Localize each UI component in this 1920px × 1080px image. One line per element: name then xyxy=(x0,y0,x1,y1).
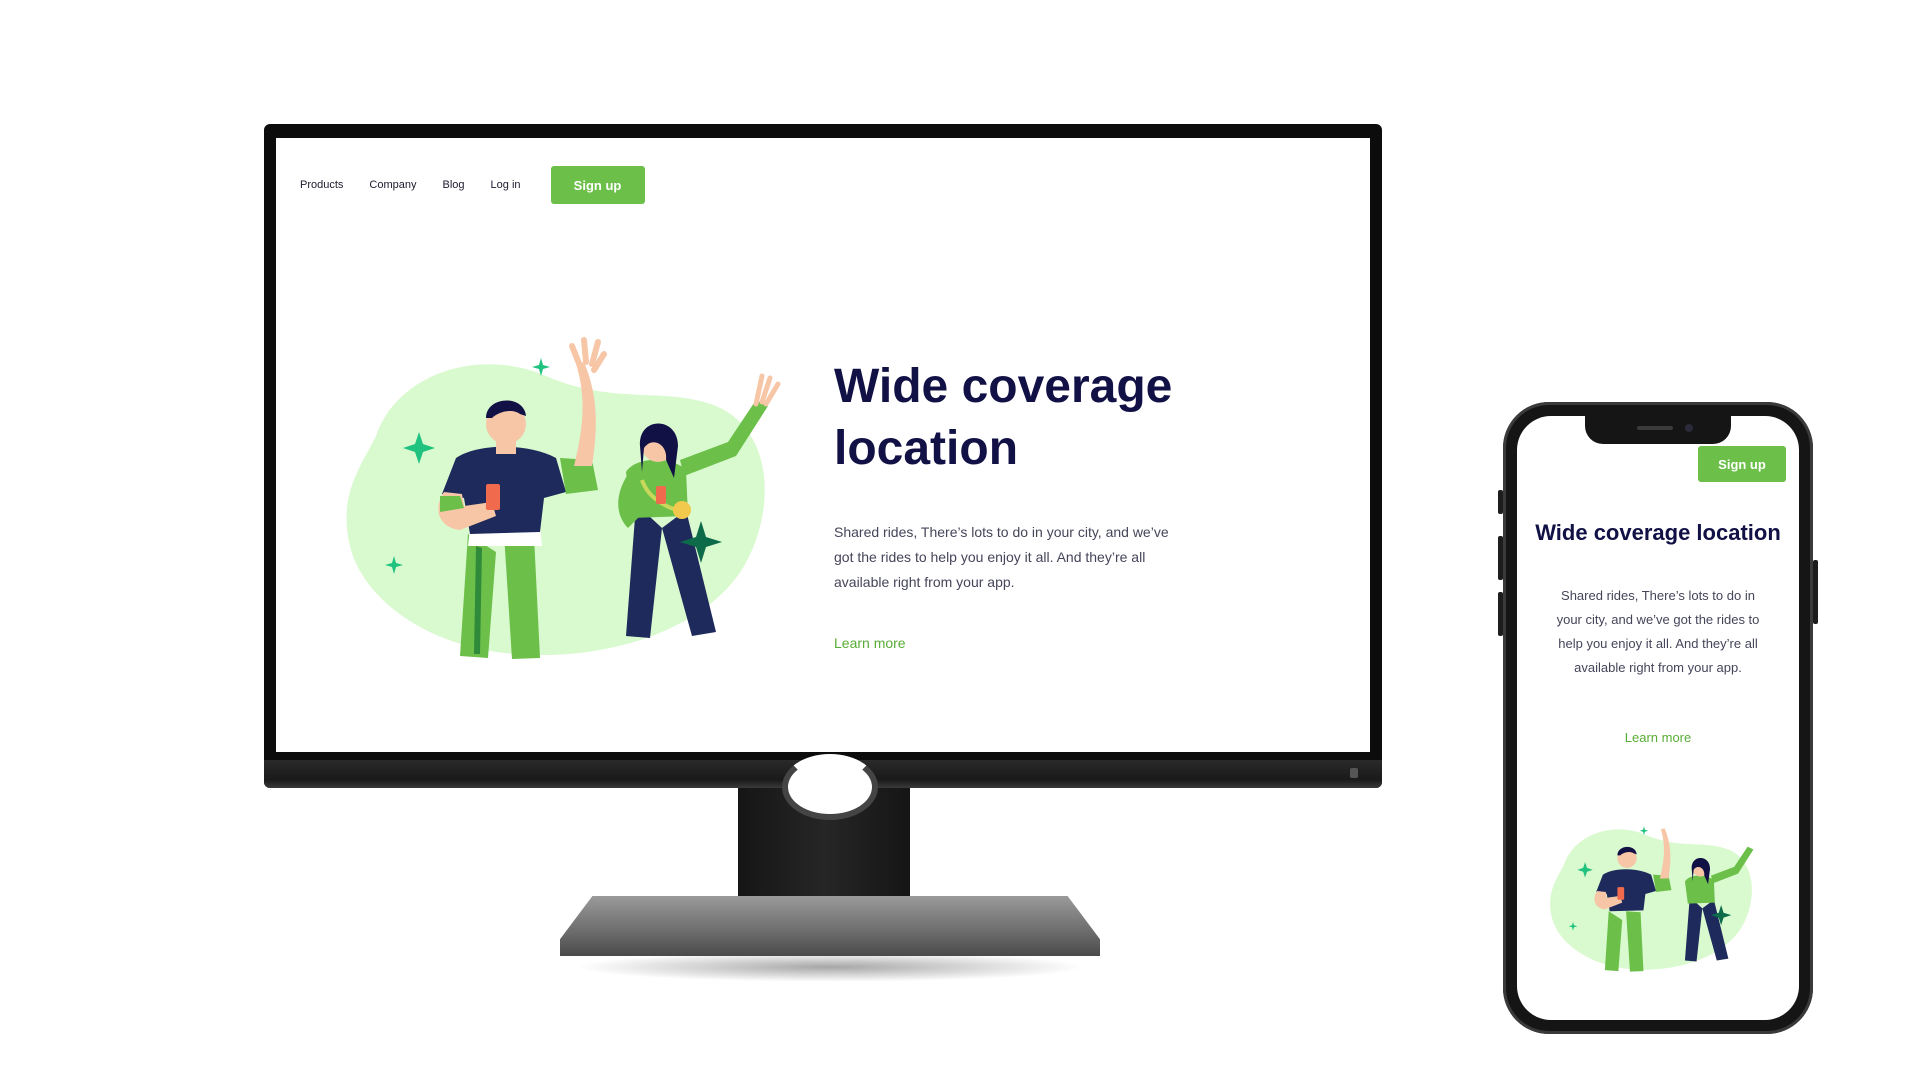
desktop-nav: Products Company Blog Log in Sign up xyxy=(300,166,645,204)
speaker-grille xyxy=(1637,426,1673,430)
side-button xyxy=(1813,560,1818,624)
illustration-people xyxy=(1550,828,1754,972)
mobile-hero-title: Wide coverage location xyxy=(1535,520,1781,545)
stand-shadow xyxy=(574,952,1086,982)
nav-link-blog[interactable]: Blog xyxy=(443,179,465,191)
volume-button xyxy=(1498,536,1503,580)
mobile-hero-illustration xyxy=(1550,826,1754,972)
nav-link-company[interactable]: Company xyxy=(369,179,416,191)
hero-description: Shared rides, There’s lots to do in your… xyxy=(834,524,1169,590)
volume-button xyxy=(1498,490,1503,514)
monitor-base xyxy=(560,896,1100,956)
mockup-stage: Products Company Blog Log in Sign up Wid… xyxy=(0,0,1920,1080)
phone-notch xyxy=(1585,416,1731,444)
mobile-learn-more-link[interactable]: Learn more xyxy=(1517,730,1799,745)
desktop-screen: Products Company Blog Log in Sign up Wid… xyxy=(276,138,1370,752)
camera-icon xyxy=(1685,424,1693,432)
nav-link-products[interactable]: Products xyxy=(300,179,343,191)
learn-more-link[interactable]: Learn more xyxy=(834,635,906,651)
stand-hole xyxy=(782,754,878,820)
mobile-phone: Sign up Wide coverage location Shared ri… xyxy=(1498,402,1818,1034)
mobile-signup-button[interactable]: Sign up xyxy=(1698,446,1786,482)
volume-button xyxy=(1498,592,1503,636)
monitor-stand xyxy=(738,754,910,912)
hero-title: Wide coverage location xyxy=(834,360,1173,475)
mobile-screen: Sign up Wide coverage location Shared ri… xyxy=(1517,416,1799,1020)
nav-link-login[interactable]: Log in xyxy=(491,179,521,191)
power-button xyxy=(1350,768,1358,778)
desktop-monitor: Products Company Blog Log in Sign up Wid… xyxy=(264,124,1382,788)
mobile-hero-description: Shared rides, There’s lots to do in your… xyxy=(1556,588,1760,675)
hero-illustration xyxy=(346,337,781,659)
illustration-people xyxy=(346,337,781,659)
signup-button[interactable]: Sign up xyxy=(550,166,645,204)
